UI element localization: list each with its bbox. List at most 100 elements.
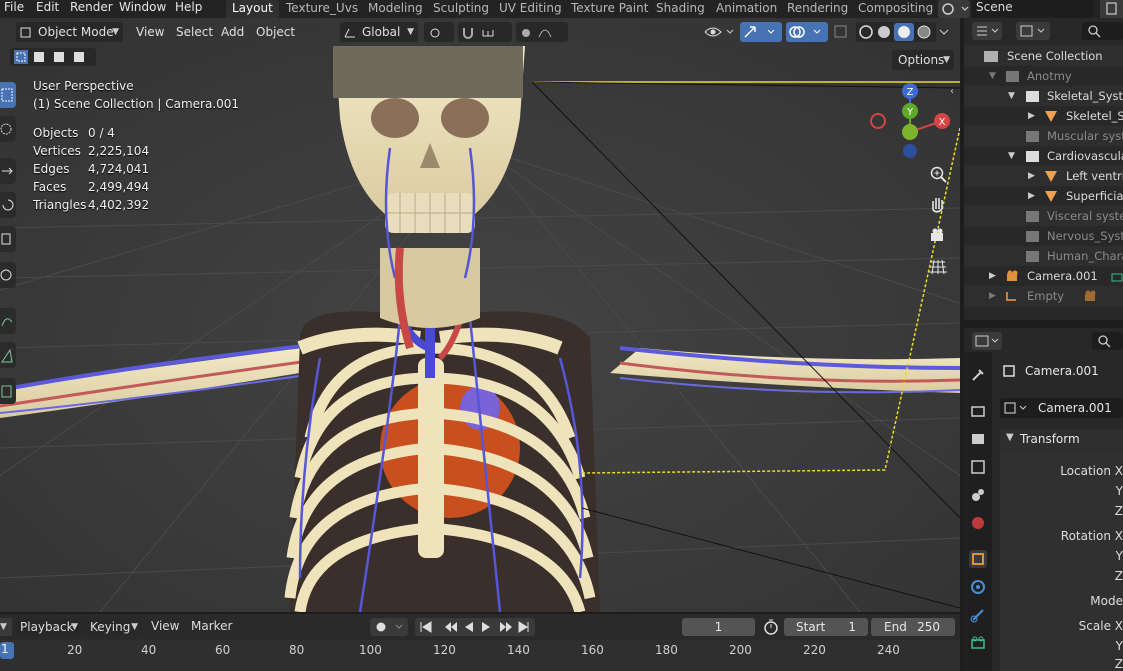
scene-selector-button[interactable] xyxy=(938,0,970,18)
menu-file[interactable]: File xyxy=(4,0,24,18)
move-tool[interactable] xyxy=(0,158,16,184)
annotate-tool[interactable] xyxy=(0,308,16,334)
transform-panel-header[interactable]: ▼ Transform xyxy=(1000,429,1123,451)
orientation-label: Global xyxy=(362,25,401,39)
gizmo-x-label: X xyxy=(939,117,946,128)
menu-edit[interactable]: Edit xyxy=(36,0,59,18)
playback-dropdown[interactable]: Playback ▼ xyxy=(14,618,82,636)
rotate-tool[interactable] xyxy=(0,192,16,218)
cursor-tool[interactable] xyxy=(0,116,16,142)
menu-select[interactable]: Select xyxy=(176,22,213,42)
outliner-item-skeletal-system[interactable]: ▼ Skeletal_Systen xyxy=(964,86,1123,106)
outliner-item-muscular-system[interactable]: Muscular system xyxy=(964,126,1123,146)
outliner-item-cardiovascular[interactable]: ▼ Cardiovascular xyxy=(964,146,1123,166)
pan-button[interactable] xyxy=(925,192,951,218)
menu-window[interactable]: Window xyxy=(119,0,166,18)
3d-viewport[interactable]: User Perspective (1) Scene Collection | … xyxy=(0,18,960,612)
shading-mode-selector[interactable] xyxy=(856,22,936,42)
playhead[interactable]: 1 xyxy=(0,642,14,659)
add-cube-tool[interactable] xyxy=(0,378,16,404)
outliner-item-left-ventricle[interactable]: ▶ Left ventric xyxy=(964,166,1123,186)
tab-layout[interactable]: Layout xyxy=(226,0,279,18)
auto-keying-button[interactable] xyxy=(370,618,408,636)
tab-texture-uvs[interactable]: Texture_Uvs xyxy=(280,0,364,18)
xray-toggle[interactable] xyxy=(832,22,850,42)
tab-shading[interactable]: Shading xyxy=(650,0,711,18)
transform-tool[interactable] xyxy=(0,262,16,288)
tab-render[interactable] xyxy=(969,402,987,420)
outliner-item-label: Skeletel_Sy xyxy=(1066,109,1123,123)
tab-output[interactable] xyxy=(969,430,987,448)
rotation-y-label: Y xyxy=(1115,549,1123,563)
scene-name-field[interactable]: Scene xyxy=(972,0,1094,18)
tab-constraints[interactable] xyxy=(969,606,987,624)
proportional-dropdown[interactable] xyxy=(516,22,568,42)
tab-scene[interactable] xyxy=(969,486,987,504)
overlays-toggle[interactable] xyxy=(786,22,828,42)
visibility-dropdown[interactable] xyxy=(702,22,736,42)
playback-controls[interactable] xyxy=(415,618,535,636)
menu-render[interactable]: Render xyxy=(70,0,113,18)
select-mode-buttons[interactable] xyxy=(10,48,96,66)
menu-help[interactable]: Help xyxy=(175,0,202,18)
menu-view[interactable]: View xyxy=(136,22,164,42)
preview-range-toggle[interactable] xyxy=(760,618,782,636)
keying-dropdown[interactable]: Keying ▼ xyxy=(84,618,142,636)
outliner-search-input[interactable] xyxy=(1082,22,1123,40)
stat-value: 4,402,392 xyxy=(88,198,150,212)
tab-modeling[interactable]: Modeling xyxy=(362,0,429,18)
sidebar-toggle-icon[interactable]: ‹ xyxy=(950,86,954,97)
options-dropdown[interactable]: Options ▼ xyxy=(892,50,954,70)
display-mode-button[interactable] xyxy=(1016,22,1050,40)
select-box-tool[interactable] xyxy=(0,82,16,108)
tab-data[interactable] xyxy=(969,634,987,652)
scene-icon xyxy=(972,489,984,501)
end-frame-field[interactable]: End 250 xyxy=(871,618,955,636)
menu-object[interactable]: Object xyxy=(256,22,295,42)
shading-options[interactable] xyxy=(936,22,952,42)
timeline-ruler[interactable]: 1 20 40 60 80 100 120 140 160 180 200 22… xyxy=(0,640,960,671)
tab-sculpting[interactable]: Sculpting xyxy=(427,0,495,18)
object-name-field[interactable]: Camera.001 xyxy=(1000,398,1123,418)
gizmo-toggle[interactable] xyxy=(740,22,782,42)
outliner-item-visceral-system[interactable]: Visceral system xyxy=(964,206,1123,226)
tab-uv-editing[interactable]: UV Editing xyxy=(493,0,568,18)
scale-tool[interactable] xyxy=(0,226,16,252)
editor-type-button[interactable] xyxy=(972,22,1002,40)
tab-view-layer[interactable] xyxy=(969,458,987,476)
tab-animation[interactable]: Animation xyxy=(710,0,783,18)
tab-texture-paint[interactable]: Texture Paint xyxy=(565,0,654,18)
outliner-item-skeletel-sy[interactable]: ▶ Skeletel_Sy xyxy=(964,106,1123,126)
new-scene-button[interactable] xyxy=(1100,0,1123,18)
navigation-gizmo[interactable]: Z Y X xyxy=(868,80,952,160)
tab-rendering[interactable]: Rendering xyxy=(781,0,854,18)
ortho-toggle-button[interactable] xyxy=(925,254,951,280)
outliner-item-empty[interactable]: ▶ Empty xyxy=(964,286,1123,306)
start-frame-field[interactable]: Start 1 xyxy=(784,618,868,636)
menu-view[interactable]: View xyxy=(151,619,179,633)
orientation-dropdown[interactable]: Global ▼ xyxy=(340,22,418,42)
menu-add[interactable]: Add xyxy=(221,22,244,42)
snap-dropdown[interactable] xyxy=(458,22,512,42)
properties-search-input[interactable] xyxy=(1092,332,1123,350)
outliner-item-human-character[interactable]: Human_Charac xyxy=(964,246,1123,266)
outliner-item-nervous-system[interactable]: Nervous_System xyxy=(964,226,1123,246)
timeline-editor-button[interactable]: ▼ xyxy=(0,618,12,636)
camera-view-button[interactable] xyxy=(925,223,951,249)
outliner-item-scene-collection[interactable]: Scene Collection xyxy=(964,46,1123,66)
tab-compositing[interactable]: Compositing xyxy=(852,0,939,18)
tab-object[interactable] xyxy=(969,550,987,568)
measure-tool[interactable] xyxy=(0,342,16,368)
tab-physics[interactable] xyxy=(969,578,987,596)
properties-editor-type-button[interactable] xyxy=(972,332,1002,350)
tab-world[interactable] xyxy=(969,514,987,532)
zoom-button[interactable] xyxy=(925,162,951,188)
mode-dropdown[interactable]: Object Mode ▼ xyxy=(16,22,123,42)
tab-tool[interactable] xyxy=(969,366,987,384)
pivot-dropdown[interactable] xyxy=(424,22,454,42)
outliner-item-superficial[interactable]: ▶ Superficial xyxy=(964,186,1123,206)
outliner-item-anotmy[interactable]: ▼ Anotmy xyxy=(964,66,1123,86)
current-frame-field[interactable]: 1 xyxy=(682,618,755,636)
outliner-item-camera[interactable]: ▶ Camera.001 xyxy=(964,266,1123,286)
menu-marker[interactable]: Marker xyxy=(191,619,232,633)
